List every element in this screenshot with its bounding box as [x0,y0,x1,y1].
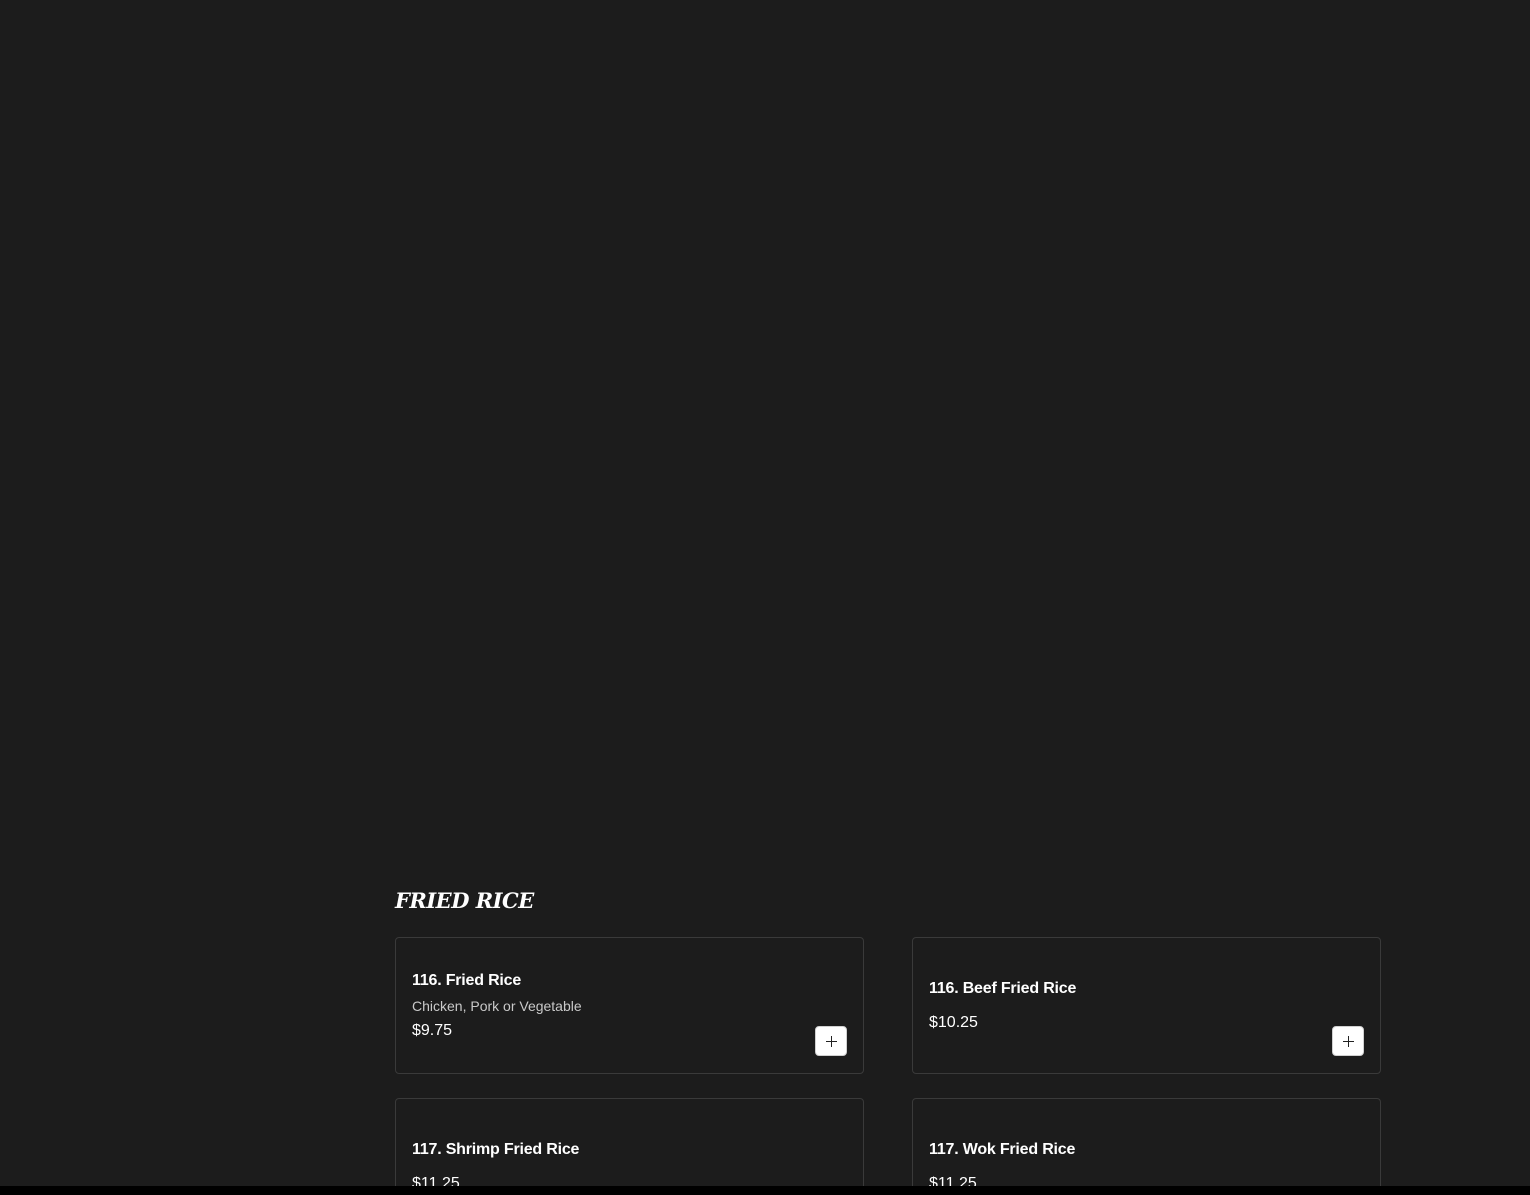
menu-item-name: 116. Beef Fried Rice [929,979,1077,997]
add-to-cart-button[interactable] [815,1026,847,1056]
plus-icon [825,1035,837,1047]
menu-item-info: 116. Beef Fried Rice $10.25 [929,979,1320,1033]
menu-item-card[interactable]: 116. Fried Rice Chicken, Pork or Vegetab… [395,937,864,1074]
menu-item-name: 116. Fried Rice [412,971,522,989]
menu-item-price: $10.25 [929,1013,978,1031]
fried-rice-section: FRIED RICE 116. Fried Rice Chicken, Pork… [395,885,1381,1195]
menu-item-info: 116. Fried Rice Chicken, Pork or Vegetab… [412,971,803,1041]
section-title: FRIED RICE [395,888,534,913]
menu-item-price: $9.75 [412,1021,453,1039]
menu-item-card[interactable]: 117. Wok Fried Rice $11.25 [912,1098,1381,1195]
menu-page: FRIED RICE 116. Fried Rice Chicken, Pork… [0,0,1530,1195]
add-to-cart-button[interactable] [1332,1026,1364,1056]
plus-icon [1342,1035,1354,1047]
menu-item-name: 117. Wok Fried Rice [929,1140,1076,1158]
menu-item-card[interactable]: 117. Shrimp Fried Rice $11.25 [395,1098,864,1195]
bottom-bar [0,1186,1530,1195]
menu-item-name: 117. Shrimp Fried Rice [412,1140,580,1158]
menu-item-card[interactable]: 116. Beef Fried Rice $10.25 [912,937,1381,1074]
menu-item-description: Chicken, Pork or Vegetable [412,997,582,1014]
